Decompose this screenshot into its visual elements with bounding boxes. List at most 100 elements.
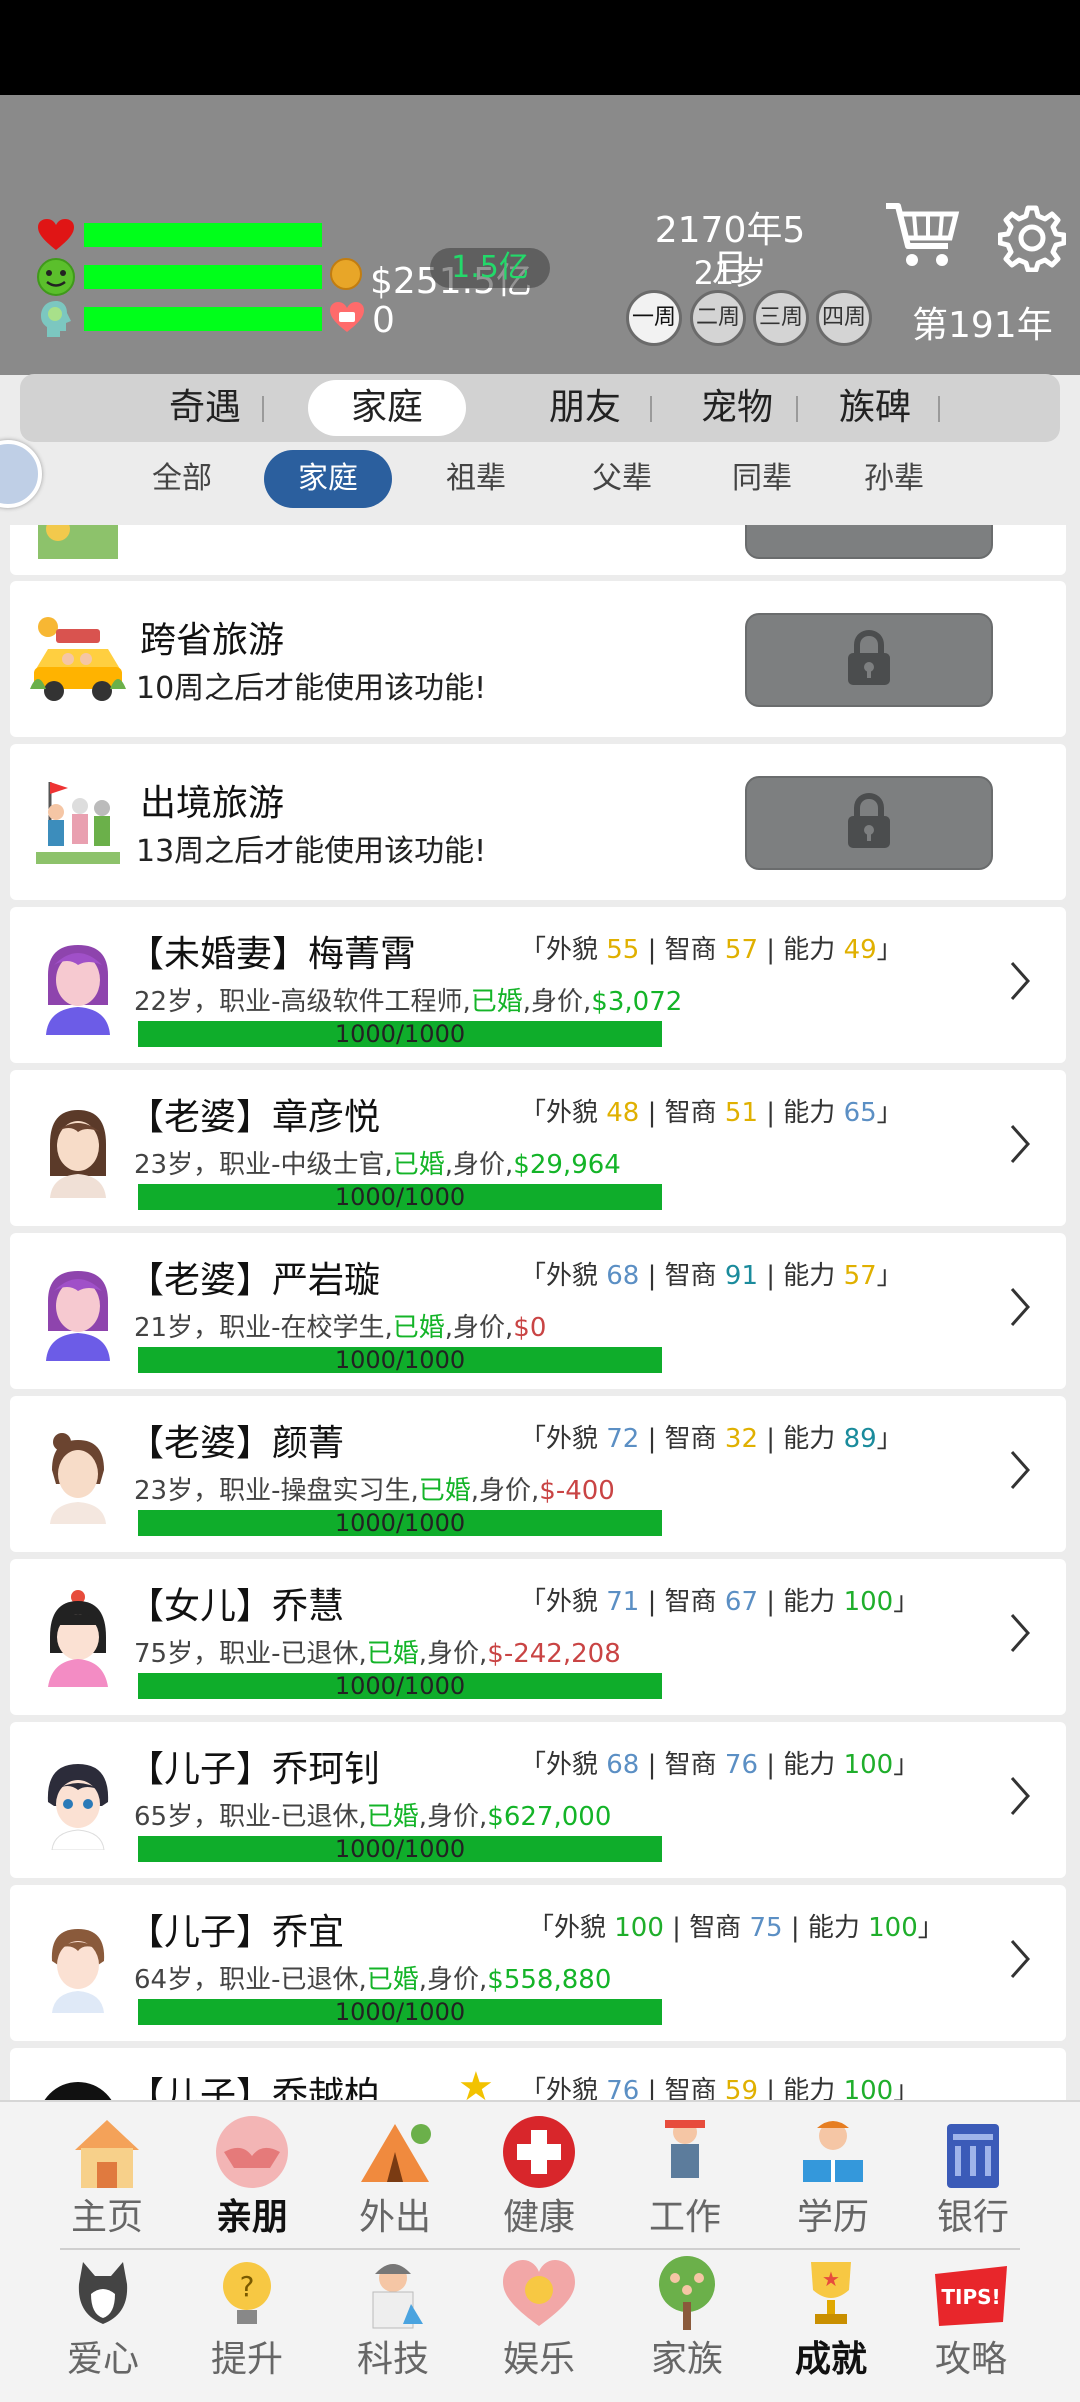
tab-pets[interactable]: 宠物	[662, 374, 812, 442]
person-name: 【儿子】乔越柏	[128, 2075, 381, 2100]
bulb-question-icon: ?	[207, 2254, 287, 2334]
nav-improve[interactable]: ? 提升	[192, 2254, 302, 2384]
person-stats: 「外貌 72 | 智商 32 | 能力 89」	[520, 1424, 903, 1454]
nav-label: 娱乐	[502, 2339, 575, 2380]
person-info: 75岁，职业-已退休,已婚,身价,$-242,208	[134, 1639, 621, 1669]
tab-divider	[650, 396, 652, 422]
relationship-progress-bar: 1000/1000	[138, 1999, 662, 2025]
chevron-right-icon[interactable]	[1008, 1122, 1032, 1170]
relationship-progress-bar: 1000/1000	[138, 1836, 662, 1862]
trophy-icon: ★	[791, 2254, 871, 2334]
activity-icon	[28, 525, 128, 559]
nav-relatives[interactable]: 亲朋	[197, 2112, 307, 2242]
person-stats: 「外貌 71 | 智商 67 | 能力 100」	[520, 1587, 920, 1617]
nav-achievements[interactable]: ★ 成就	[776, 2254, 886, 2384]
nav-label: 学历	[796, 2197, 869, 2238]
list-item-person[interactable]: 【未婚妻】梅菁霄 「外貌 55 | 智商 57 | 能力 49」 22岁，职业-…	[10, 907, 1066, 1063]
nav-entertainment[interactable]: 娱乐	[484, 2254, 594, 2384]
travel-car-icon	[28, 609, 128, 709]
week-button-4[interactable]: 四周	[816, 290, 872, 346]
person-stats: 「外貌 48 | 智商 51 | 能力 65」	[520, 1098, 903, 1128]
money-overlay-badge: 1.5亿	[430, 248, 550, 288]
tab-family[interactable]: 家庭	[308, 380, 466, 436]
nav-health[interactable]: 健康	[484, 2112, 594, 2242]
student-book-icon	[793, 2112, 873, 2192]
avatar-black-hair	[28, 2076, 128, 2100]
nav-clan[interactable]: 家族	[632, 2254, 742, 2384]
brain-icon	[36, 299, 76, 339]
list-item-person[interactable]: 【儿子】乔越柏 ★ 「外貌 76 | 智商 59 | 能力 100」	[10, 2048, 1066, 2100]
subtab-peers[interactable]: 同辈	[710, 450, 814, 508]
tab-friends[interactable]: 朋友	[510, 374, 660, 442]
nav-label: 家族	[650, 2339, 723, 2380]
week-button-2[interactable]: 二周	[690, 290, 746, 346]
nav-label: 成就	[794, 2339, 867, 2380]
nav-bank[interactable]: 银行	[918, 2112, 1028, 2242]
chevron-right-icon[interactable]	[1008, 1285, 1032, 1333]
avatar-woman-purple-hair	[28, 1261, 128, 1361]
nav-label: 科技	[356, 2339, 429, 2380]
subtab-all[interactable]: 全部	[130, 450, 234, 508]
locked-button[interactable]	[745, 776, 993, 870]
subtab-family[interactable]: 家庭	[264, 450, 392, 508]
happiness-meter	[36, 257, 322, 297]
nav-label: 攻略	[934, 2339, 1007, 2380]
week-button-1[interactable]: 一周	[626, 290, 682, 346]
list-item-feature[interactable]: 跨省旅游 10周之后才能使用该功能!	[10, 581, 1066, 737]
lock-icon	[844, 629, 894, 691]
avatar-woman-bun	[28, 1424, 128, 1524]
nav-label: 工作	[648, 2197, 721, 2238]
nav-charity[interactable]: 爱心	[48, 2254, 158, 2384]
subtab-parents[interactable]: 父辈	[570, 450, 674, 508]
list-item-feature[interactable]: 出境旅游 13周之后才能使用该功能!	[10, 744, 1066, 900]
list-item-person[interactable]: 【老婆】颜菁 「外貌 72 | 智商 32 | 能力 89」 23岁，职业-操盘…	[10, 1396, 1066, 1552]
nav-education[interactable]: 学历	[778, 2112, 888, 2242]
person-stats: 「外貌 68 | 智商 76 | 能力 100」	[520, 1750, 920, 1780]
nav-technology[interactable]: 科技	[338, 2254, 448, 2384]
nav-label: 外出	[358, 2197, 431, 2238]
nav-work[interactable]: 工作	[630, 2112, 740, 2242]
nav-label: 银行	[936, 2197, 1009, 2238]
list-item-person[interactable]: 【老婆】严岩璇 「外貌 68 | 智商 91 | 能力 57」 21岁，职业-在…	[10, 1233, 1066, 1389]
week-button-3[interactable]: 三周	[753, 290, 809, 346]
health-meter	[36, 215, 322, 255]
gear-icon[interactable]	[997, 204, 1067, 276]
tab-adventure[interactable]: 奇遇	[130, 374, 280, 442]
feature-title: 出境旅游	[140, 783, 285, 824]
sub-tab-bar: 全部 家庭 祖辈 父辈 同辈 孙辈	[0, 450, 1080, 520]
intelligence-bar	[84, 307, 322, 331]
avatar-girl-pink	[28, 1587, 128, 1687]
tab-clan-stele[interactable]: 族碑	[800, 374, 950, 442]
list-item-person[interactable]: 【老婆】章彦悦 「外貌 48 | 智商 51 | 能力 65」 23岁，职业-中…	[10, 1070, 1066, 1226]
subtab-grandparents[interactable]: 祖辈	[424, 450, 528, 508]
medical-cross-icon	[499, 2112, 579, 2192]
avatar-woman-brown-hair	[28, 1098, 128, 1198]
chevron-right-icon[interactable]	[1008, 1448, 1032, 1496]
list-item-person[interactable]: 【儿子】乔宜 「外貌 100 | 智商 75 | 能力 100」 64岁，职业-…	[10, 1885, 1066, 2041]
person-name: 【儿子】乔珂钊	[128, 1749, 381, 1790]
cart-icon[interactable]	[884, 200, 960, 276]
relationship-progress-bar: 1000/1000	[138, 1021, 662, 1047]
locked-button[interactable]	[745, 613, 993, 707]
avatar-boy-dark-hair	[28, 1750, 128, 1851]
chevron-right-icon[interactable]	[1008, 1774, 1032, 1822]
feature-desc: 10周之后才能使用该功能!	[136, 671, 487, 706]
heart-icon	[36, 215, 76, 255]
tab-divider	[938, 396, 940, 422]
nav-home[interactable]: 主页	[52, 2112, 162, 2242]
tab-divider	[796, 396, 798, 422]
person-info: 23岁，职业-中级士官,已婚,身价,$29,964	[134, 1150, 621, 1180]
chevron-right-icon[interactable]	[1008, 959, 1032, 1007]
nav-label: 主页	[70, 2197, 143, 2238]
nav-guide[interactable]: TIPS! 攻略	[916, 2254, 1026, 2384]
family-tree-icon	[647, 2254, 727, 2334]
chevron-right-icon[interactable]	[1008, 1611, 1032, 1659]
person-info: 64岁，职业-已退休,已婚,身价,$558,880	[134, 1965, 612, 1995]
list-item-person[interactable]: 【儿子】乔珂钊 「外貌 68 | 智商 76 | 能力 100」 65岁，职业-…	[10, 1722, 1066, 1878]
nav-label: 健康	[502, 2197, 575, 2238]
subtab-grandchildren[interactable]: 孙辈	[842, 450, 946, 508]
nav-outing[interactable]: 外出	[340, 2112, 450, 2242]
list-item-person[interactable]: 【女儿】乔慧 「外貌 71 | 智商 67 | 能力 100」 75岁，职业-已…	[10, 1559, 1066, 1715]
locked-button[interactable]	[745, 525, 993, 559]
chevron-right-icon[interactable]	[1008, 1937, 1032, 1985]
